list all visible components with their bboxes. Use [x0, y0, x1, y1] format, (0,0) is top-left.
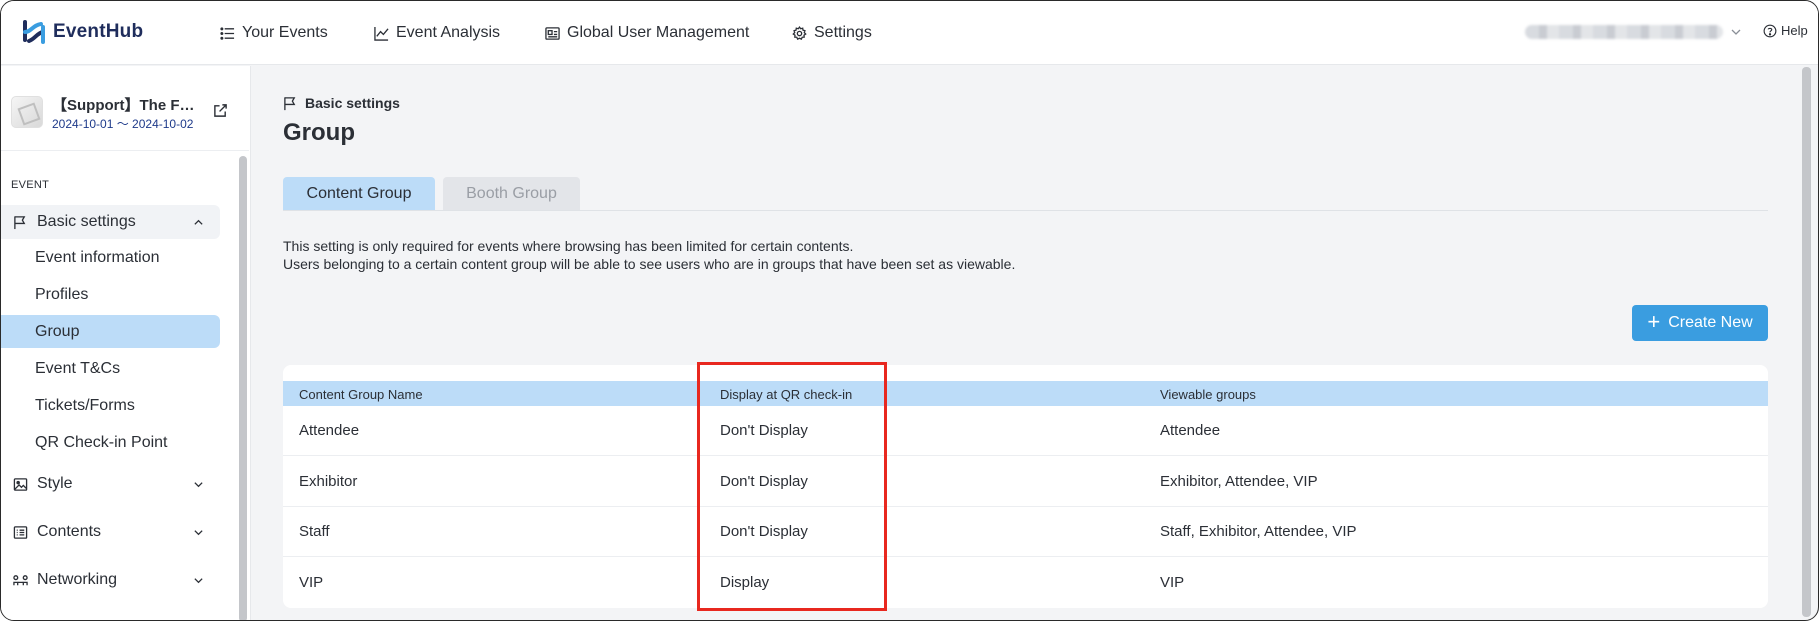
sidebar-item-label: Tickets/Forms: [35, 396, 135, 414]
sidebar-item-label: Event information: [35, 248, 160, 266]
network-icon: [13, 574, 28, 585]
page-title: Group: [283, 119, 355, 146]
top-nav-bar: EventHub Your Events Event Analysis Glob…: [1, 1, 1818, 65]
sidebar-item-label: Profiles: [35, 285, 89, 303]
gear-icon: [792, 25, 807, 40]
chevron-down-icon[interactable]: [1730, 26, 1742, 38]
description: This setting is only required for events…: [283, 237, 1015, 273]
sidebar-item-profiles[interactable]: Profiles: [1, 278, 220, 311]
sidebar-item-label: Event T&Cs: [35, 359, 121, 377]
flag-icon: [14, 215, 26, 229]
app-name: EventHub: [53, 21, 144, 42]
sidebar-item-event-tcs[interactable]: Event T&Cs: [1, 352, 220, 385]
chart-line-icon: [374, 26, 389, 41]
nav-label: Settings: [814, 24, 872, 41]
cell-viewable-groups: Exhibitor, Attendee, VIP: [1160, 473, 1318, 490]
sidebar-item-event-information[interactable]: Event information: [1, 241, 220, 274]
cell-group-name: Attendee: [299, 422, 360, 439]
chevron-down-icon: [194, 577, 203, 583]
cell-group-name: VIP: [299, 574, 324, 591]
column-header-viewable-groups[interactable]: Viewable groups: [1160, 387, 1256, 402]
sidebar-item-group[interactable]: Group: [1, 315, 220, 348]
sidebar-scrollbar[interactable]: [239, 156, 247, 620]
section-label-event: EVENT: [11, 179, 50, 191]
description-line: This setting is only required for events…: [283, 238, 854, 254]
nav-event-analysis[interactable]: Event Analysis: [374, 21, 500, 45]
cell-display-qr: Don't Display: [720, 473, 808, 490]
table-row[interactable]: VIP Display VIP: [283, 558, 1768, 608]
app-window: EventHub Your Events Event Analysis Glob…: [0, 0, 1819, 621]
table-row[interactable]: Exhibitor Don't Display Exhibitor, Atten…: [283, 457, 1768, 507]
help-label: Help: [1781, 23, 1808, 38]
breadcrumb: Basic settings: [283, 95, 400, 111]
sidebar-item-tickets-forms[interactable]: Tickets/Forms: [1, 389, 220, 422]
column-header-name[interactable]: Content Group Name: [299, 387, 423, 402]
cell-viewable-groups: VIP: [1160, 574, 1185, 591]
table-row[interactable]: Staff Don't Display Staff, Exhibitor, At…: [283, 507, 1768, 557]
chevron-down-icon: [194, 529, 203, 535]
sidebar-item-basic-settings[interactable]: Basic settings: [1, 205, 220, 239]
chevron-down-icon: [194, 481, 203, 487]
cell-display-qr: Don't Display: [720, 523, 808, 540]
nav-label: Event Analysis: [396, 24, 501, 41]
tab-content-group[interactable]: Content Group: [283, 177, 435, 211]
cell-display-qr: Display: [720, 574, 770, 591]
chevron-up-icon: [194, 219, 203, 225]
plus-icon: +: [1647, 309, 1661, 334]
nav-settings[interactable]: Settings: [792, 21, 872, 45]
column-header-display-qr[interactable]: Display at QR check-in: [720, 387, 852, 402]
event-header: 【Support】The F… 2024-10-01 ～ 2024-10-02: [1, 66, 249, 151]
sidebar-item-label: Group: [35, 322, 80, 340]
cell-viewable-groups: Attendee: [1160, 422, 1221, 439]
tabs-divider: [283, 210, 1768, 211]
table-row[interactable]: Attendee Don't Display Attendee: [283, 406, 1768, 456]
image-icon: [13, 477, 28, 491]
tab-booth-group[interactable]: Booth Group: [443, 177, 580, 211]
question-circle-icon: [1763, 24, 1777, 37]
account-name-blurred[interactable]: [1525, 25, 1723, 39]
help-link[interactable]: Help: [1763, 23, 1808, 38]
cell-group-name: Exhibitor: [299, 473, 358, 490]
nav-label: Your Events: [242, 24, 328, 41]
external-link-icon[interactable]: [213, 103, 228, 118]
sidebar-item-label: QR Check-in Point: [35, 433, 168, 451]
nav-label: Global User Management: [567, 24, 750, 41]
nav-your-events[interactable]: Your Events: [220, 21, 328, 45]
cell-group-name: Staff: [299, 523, 330, 540]
sidebar-item-networking[interactable]: Networking: [1, 563, 220, 597]
create-new-button[interactable]: + Create New: [1632, 305, 1768, 341]
cell-viewable-groups: Staff, Exhibitor, Attendee, VIP: [1160, 523, 1357, 540]
event-thumbnail: [11, 96, 43, 128]
content-group-table: Content Group Name Display at QR check-i…: [283, 365, 1768, 608]
sidebar: 【Support】The F… 2024-10-01 ～ 2024-10-02 …: [1, 66, 251, 620]
breadcrumb-label: Basic settings: [305, 95, 400, 111]
cell-display-qr: Don't Display: [720, 422, 808, 439]
sidebar-item-style[interactable]: Style: [1, 467, 220, 501]
sidebar-item-label: Basic settings: [37, 213, 136, 230]
list-alt-icon: [13, 525, 28, 539]
create-new-label: Create New: [1668, 314, 1753, 331]
sidebar-item-contents[interactable]: Contents: [1, 515, 220, 549]
list-icon: [220, 26, 235, 40]
nav-global-user-management[interactable]: Global User Management: [545, 21, 749, 45]
sidebar-item-label: Style: [37, 475, 73, 492]
sidebar-item-qr-check-in-point[interactable]: QR Check-in Point: [1, 426, 220, 459]
eventhub-logo-icon: [23, 20, 45, 44]
event-name: 【Support】The F…: [52, 97, 195, 114]
logo[interactable]: EventHub: [21, 18, 143, 46]
event-dates: 2024-10-01 ～ 2024-10-02: [52, 117, 194, 131]
sidebar-item-label: Networking: [37, 571, 118, 588]
description-line: Users belonging to a certain content gro…: [283, 256, 1016, 272]
sidebar-item-label: Contents: [37, 523, 102, 540]
id-card-icon: [545, 26, 560, 40]
flag-icon: [284, 96, 296, 110]
main-scrollbar[interactable]: [1802, 67, 1811, 617]
table-header: Content Group Name Display at QR check-i…: [283, 381, 1768, 406]
